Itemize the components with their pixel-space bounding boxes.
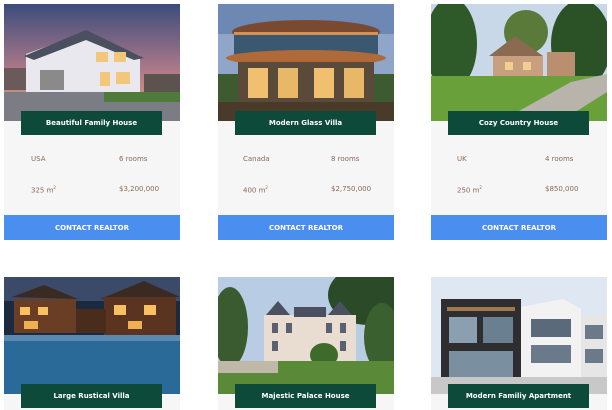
listing-title: Beautiful Family House: [21, 111, 162, 135]
listing-price: $2,750,000: [331, 185, 372, 193]
listing-title: Cozy Country House: [448, 111, 589, 135]
listing-country: USA: [31, 155, 46, 163]
listing-price: $3,200,000: [119, 185, 160, 193]
listing-card: Majestic Palace House: [218, 277, 394, 410]
listing-country: UK: [457, 155, 467, 163]
contact-realtor-button[interactable]: CONTACT REALTOR: [218, 215, 394, 240]
house-photo: [431, 4, 607, 121]
listing-rooms: 6 rooms: [119, 155, 148, 163]
listing-area: 400 m2: [243, 185, 268, 195]
house-photo: [218, 277, 394, 394]
listing-title: Large Rustical Villa: [21, 384, 162, 408]
listing-title: Modern Glass Villa: [235, 111, 376, 135]
listing-card: Modern Glass Villa Canada 8 rooms 400 m2…: [218, 4, 394, 240]
listing-card: Beautiful Family House USA 6 rooms 325 m…: [4, 4, 180, 240]
contact-realtor-button[interactable]: CONTACT REALTOR: [4, 215, 180, 240]
listing-card: Cozy Country House UK 4 rooms 250 m2 $85…: [431, 4, 607, 240]
listing-title: Majestic Palace House: [235, 384, 376, 408]
listing-card: Modern Familiy Apartment: [431, 277, 607, 410]
listing-country: Canada: [243, 155, 270, 163]
listing-card: Large Rustical Villa: [4, 277, 180, 410]
listing-rooms: 4 rooms: [545, 155, 574, 163]
listing-rooms: 8 rooms: [331, 155, 360, 163]
contact-realtor-button[interactable]: CONTACT REALTOR: [431, 215, 607, 240]
house-photo: [431, 277, 607, 394]
house-photo: [4, 277, 180, 394]
listing-area: 250 m2: [457, 185, 482, 195]
listing-title: Modern Familiy Apartment: [448, 384, 589, 408]
listing-area: 325 m2: [31, 185, 56, 195]
house-photo: [4, 4, 180, 121]
house-photo: [218, 4, 394, 121]
listing-price: $850,000: [545, 185, 579, 193]
